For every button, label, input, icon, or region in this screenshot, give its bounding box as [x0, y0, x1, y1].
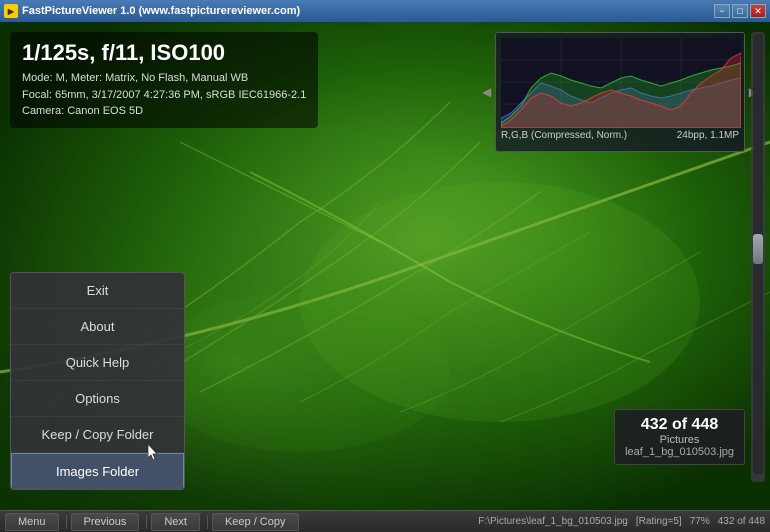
- histogram-overlay: ◀: [495, 32, 745, 152]
- info-line3: Camera: Canon EOS 5D: [22, 103, 306, 120]
- info-line1: Mode: M, Meter: Matrix, No Flash, Manual…: [22, 70, 306, 87]
- histogram-svg: [501, 38, 741, 128]
- histogram-label-right: 24bpp, 1.1MP: [677, 130, 739, 141]
- titlebar-controls: − □ ✕: [714, 4, 766, 18]
- toolbar-separator-1: [66, 515, 67, 529]
- image-info-overlay: 432 of 448 Pictures leaf_1_bg_010503.jpg: [614, 409, 745, 465]
- bottom-toolbar: Menu Previous Next Keep / Copy F:\Pictur…: [0, 510, 770, 532]
- window-title: FastPictureViewer 1.0 (www.fastpicturere…: [22, 5, 300, 17]
- status-count: 432 of 448: [718, 516, 765, 527]
- menu-item-exit[interactable]: Exit: [11, 273, 184, 309]
- info-line2: Focal: 65mm, 3/17/2007 4:27:36 PM, sRGB …: [22, 87, 306, 104]
- status-bar-right: F:\Pictures\leaf_1_bg_010503.jpg [Rating…: [478, 516, 765, 527]
- menu-item-options[interactable]: Options: [11, 381, 184, 417]
- image-filename: leaf_1_bg_010503.jpg: [625, 446, 734, 458]
- titlebar-left: ▶ FastPictureViewer 1.0 (www.fastpicture…: [4, 4, 300, 18]
- menu-item-keep-copy-folder[interactable]: Keep / Copy Folder: [11, 417, 184, 453]
- close-button[interactable]: ✕: [750, 4, 766, 18]
- next-button[interactable]: Next: [151, 513, 200, 531]
- scrollbar-track: [753, 34, 763, 474]
- status-path: F:\Pictures\leaf_1_bg_010503.jpg: [478, 516, 628, 527]
- titlebar: ▶ FastPictureViewer 1.0 (www.fastpicture…: [0, 0, 770, 22]
- right-scrollbar[interactable]: [751, 32, 765, 482]
- previous-button[interactable]: Previous: [71, 513, 140, 531]
- histogram-left-arrow[interactable]: ◀: [482, 85, 491, 99]
- status-zoom: 77%: [690, 516, 710, 527]
- image-count: 432 of 448: [625, 416, 734, 434]
- menu-item-images-folder[interactable]: Images Folder: [11, 453, 184, 489]
- histogram-label-left: R,G,B (Compressed, Norm.): [501, 130, 627, 141]
- photo-info-overlay: 1/125s, f/11, ISO100 Mode: M, Meter: Mat…: [10, 32, 318, 128]
- dropdown-menu: Exit About Quick Help Options Keep / Cop…: [10, 272, 185, 490]
- maximize-button[interactable]: □: [732, 4, 748, 18]
- photo-details: Mode: M, Meter: Matrix, No Flash, Manual…: [22, 70, 306, 120]
- minimize-button[interactable]: −: [714, 4, 730, 18]
- exposure-info: 1/125s, f/11, ISO100: [22, 40, 306, 66]
- toolbar-separator-3: [207, 515, 208, 529]
- menu-item-quick-help[interactable]: Quick Help: [11, 345, 184, 381]
- menu-item-about[interactable]: About: [11, 309, 184, 345]
- scrollbar-thumb[interactable]: [753, 234, 763, 264]
- app-icon: ▶: [4, 4, 18, 18]
- status-rating: [Rating=5]: [636, 516, 682, 527]
- histogram-canvas: [501, 38, 741, 128]
- keep-copy-button[interactable]: Keep / Copy: [212, 513, 299, 531]
- menu-button[interactable]: Menu: [5, 513, 59, 531]
- toolbar-separator-2: [146, 515, 147, 529]
- image-type: Pictures: [625, 434, 734, 446]
- histogram-label: R,G,B (Compressed, Norm.) 24bpp, 1.1MP: [501, 130, 739, 141]
- main-area: 1/125s, f/11, ISO100 Mode: M, Meter: Mat…: [0, 22, 770, 510]
